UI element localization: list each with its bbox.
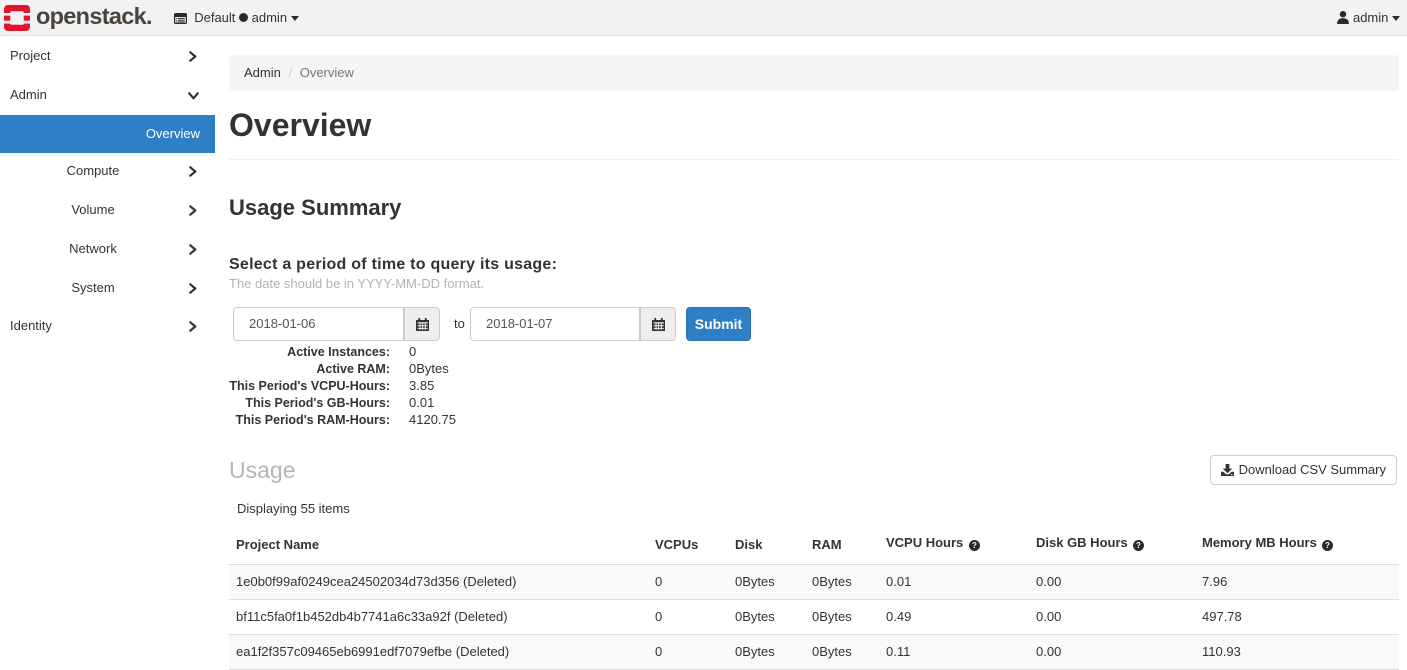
svg-text:?: ? [1326, 541, 1331, 550]
svg-text:?: ? [972, 541, 977, 550]
svg-text:?: ? [1136, 541, 1141, 550]
